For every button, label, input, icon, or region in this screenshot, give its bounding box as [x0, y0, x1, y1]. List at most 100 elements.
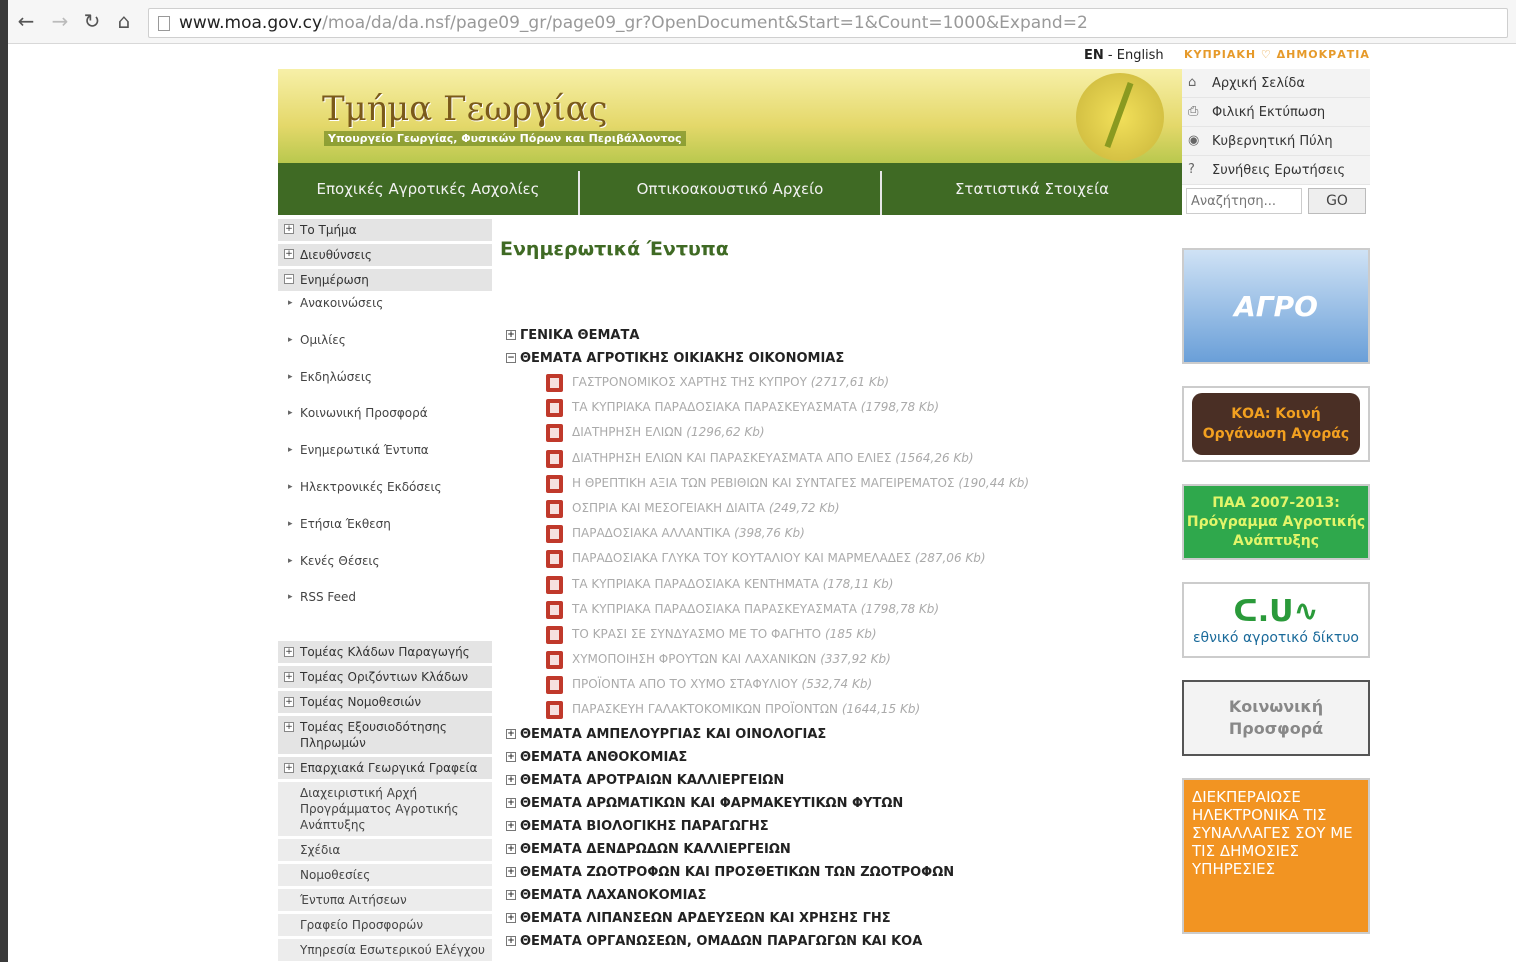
agro-banner[interactable]: ΑΓΡΟ [1182, 248, 1370, 364]
leftnav-sub-events[interactable]: Εκδηλώσεις [278, 368, 492, 405]
leftnav-department[interactable]: + Το Τμήμα [278, 219, 492, 241]
toplink-faq[interactable]: ? Συνήθεις Ερωτήσεις [1182, 156, 1370, 185]
leftnav-sub-annual-report[interactable]: Ετήσια Έκθεση [278, 515, 492, 552]
expand-icon[interactable]: + [506, 935, 516, 946]
leftnav-link-internal-audit[interactable]: Υπηρεσία Εσωτερικού Ελέγχου [278, 939, 492, 961]
document-link[interactable]: Η ΘΡΕΠΤΙΚΗ ΑΞΙΑ ΤΩΝ ΡΕΒΙΘΙΩΝ ΚΑΙ ΣΥΝΤΑΓΕ… [546, 471, 1146, 496]
expand-icon[interactable]: + [506, 774, 516, 785]
topic-item[interactable]: + ΘΕΜΑΤΑ ΛΑΧΑΝΟΚΟΜΙΑΣ [506, 884, 1146, 907]
leftnav-directorates[interactable]: + Διευθύνσεις [278, 244, 492, 266]
leftnav-link-legislation[interactable]: Νομοθεσίες [278, 864, 492, 886]
expand-icon[interactable]: + [506, 330, 516, 340]
topnav-seasonal-jobs[interactable]: Εποχικές Αγροτικές Ασχολίες [278, 171, 578, 215]
topic-item[interactable]: + ΘΕΜΑΤΑ ΑΜΠΕΛΟΥΡΓΙΑΣ ΚΑΙ ΟΙΝΟΛΟΓΙΑΣ [506, 723, 1146, 746]
leftnav-section-production[interactable]: + Τομέας Κλάδων Παραγωγής [278, 641, 492, 663]
document-link[interactable]: ΠΑΡΑΔΟΣΙΑΚΑ ΓΛΥΚΑ ΤΟΥ ΚΟΥΤΑΛΙΟΥ ΚΑΙ ΜΑΡΜ… [546, 546, 1146, 571]
collapse-icon[interactable]: − [284, 274, 294, 284]
expand-icon[interactable]: + [506, 866, 516, 877]
document-title: ΧΥΜΟΠΟΙΗΣΗ ΦΡΟΥΤΩΝ ΚΑΙ ΛΑΧΑΝΙΚΩΝ [572, 652, 817, 667]
toplink-gov-portal[interactable]: ◉ Κυβερνητική Πύλη [1182, 127, 1370, 156]
document-link[interactable]: ΔΙΑΤΗΡΗΣΗ ΕΛΙΩΝ (1296,62 Kb) [546, 420, 1146, 445]
leftnav-sub-vacancies[interactable]: Κενές Θέσεις [278, 552, 492, 589]
lang-name[interactable]: English [1117, 48, 1164, 63]
toplink-home[interactable]: ⌂ Αρχική Σελίδα [1182, 69, 1370, 98]
reload-icon[interactable]: ↻ [80, 9, 104, 33]
document-link[interactable]: ΤΑ ΚΥΠΡΙΑΚΑ ΠΑΡΑΔΟΣΙΑΚΑ ΠΑΡΑΣΚΕΥΑΣΜΑΤΑ (… [546, 395, 1146, 420]
document-link[interactable]: ΠΑΡΑΔΟΣΙΑΚΑ ΑΛΛΑΝΤΙΚΑ (398,76 Kb) [546, 521, 1146, 546]
leftnav-link-managing-authority[interactable]: Διαχειριστική Αρχή Προγράμματος Αγροτική… [278, 782, 492, 836]
topic-item[interactable]: − ΘΕΜΑΤΑ ΑΓΡΟΤΙΚΗΣ ΟΙΚΙΑΚΗΣ ΟΙΚΟΝΟΜΙΑΣ [506, 347, 1146, 370]
leftnav-information[interactable]: − Ενημέρωση [278, 269, 492, 291]
leftnav-sub-rss[interactable]: RSS Feed [278, 588, 492, 625]
expand-icon[interactable]: + [506, 889, 516, 900]
collapse-icon[interactable]: − [506, 353, 516, 363]
document-link[interactable]: ΤΑ ΚΥΠΡΙΑΚΑ ΠΑΡΑΔΟΣΙΑΚΑ ΚΕΝΤΗΜΑΤΑ (178,1… [546, 572, 1146, 597]
expand-icon[interactable]: + [506, 843, 516, 854]
back-arrow-icon[interactable]: ← [14, 9, 38, 33]
expand-icon[interactable]: + [506, 912, 516, 923]
topic-item[interactable]: + ΘΕΜΑΤΑ ΛΙΠΑΝΣΕΩΝ ΑΡΔΕΥΣΕΩΝ ΚΑΙ ΧΡΗΣΗΣ Γ… [506, 907, 1146, 930]
topic-item[interactable]: + ΘΕΜΑΤΑ ΟΡΓΑΝΩΣΕΩΝ, ΟΜΑΔΩΝ ΠΑΡΑΓΩΓΩΝ ΚΑΙ… [506, 930, 1146, 953]
leftnav-sub-social[interactable]: Κοινωνική Προσφορά [278, 404, 492, 441]
url-field[interactable]: www.moa.gov.cy/moa/da/da.nsf/page09_gr/p… [148, 8, 1508, 38]
site-subtitle: Υπουργείο Γεωργίας, Φυσικών Πόρων και Πε… [324, 131, 686, 146]
document-link[interactable]: ΔΙΑΤΗΡΗΣΗ ΕΛΙΩΝ ΚΑΙ ΠΑΡΑΣΚΕΥΑΣΜΑΤΑ ΑΠΟ Ε… [546, 446, 1146, 471]
enad-banner[interactable]: ᑕ.ᑌ∿ εθνικό αγροτικό δίκτυο [1182, 582, 1370, 658]
wheat-logo-icon [1076, 73, 1164, 161]
expand-icon[interactable]: + [284, 224, 294, 234]
leftnav-section-payments[interactable]: + Τομέας Εξουσιοδότησης Πληρωμών [278, 716, 492, 754]
document-title: ΤΑ ΚΥΠΡΙΑΚΑ ΠΑΡΑΔΟΣΙΑΚΑ ΚΕΝΤΗΜΑΤΑ [572, 576, 819, 591]
topic-item[interactable]: + ΘΕΜΑΤΑ ΒΙΟΛΟΓΙΚΗΣ ΠΑΡΑΓΩΓΗΣ [506, 815, 1146, 838]
expand-icon[interactable]: + [284, 722, 294, 732]
pdf-icon [546, 625, 563, 644]
expand-icon[interactable]: + [284, 697, 294, 707]
site-banner[interactable]: Τμήμα Γεωργίας Υπουργείο Γεωργίας, Φυσικ… [278, 69, 1182, 163]
topic-item[interactable]: + ΘΕΜΑΤΑ ΑΡΩΜΑΤΙΚΩΝ ΚΑΙ ΦΑΡΜΑΚΕΥΤΙΚΩΝ ΦΥΤ… [506, 792, 1146, 815]
expand-icon[interactable]: + [506, 797, 516, 808]
paa-banner[interactable]: ΠΑΑ 2007-2013: Πρόγραμμα Αγροτικής Ανάπτ… [1182, 484, 1370, 560]
document-link[interactable]: ΤΑ ΚΥΠΡΙΑΚΑ ΠΑΡΑΔΟΣΙΑΚΑ ΠΑΡΑΣΚΕΥΑΣΜΑΤΑ (… [546, 597, 1146, 622]
lang-code[interactable]: EN [1084, 48, 1104, 63]
topic-item[interactable]: + ΘΕΜΑΤΑ ΑΝΘΟΚΟΜΙΑΣ [506, 746, 1146, 769]
document-link[interactable]: ΟΣΠΡΙΑ ΚΑΙ ΜΕΣΟΓΕΙΑΚΗ ΔΙΑΙΤΑ (249,72 Kb) [546, 496, 1146, 521]
social-offer-banner[interactable]: Κοινωνική Προσφορά [1182, 680, 1370, 756]
e-services-banner[interactable]: ΔΙΕΚΠΕΡΑΙΩΣΕ ΗΛΕΚΤΡΟΝΙΚΑ ΤΙΣ ΣΥΝΑΛΛΑΓΕΣ … [1182, 778, 1370, 934]
document-link[interactable]: ΠΡΟΪΟΝΤΑ ΑΠΟ ΤΟ ΧΥΜΟ ΣΤΑΦΥΛΙΟΥ (532,74 K… [546, 672, 1146, 697]
document-title: ΤΑ ΚΥΠΡΙΑΚΑ ΠΑΡΑΔΟΣΙΑΚΑ ΠΑΡΑΣΚΕΥΑΣΜΑΤΑ [572, 601, 857, 616]
topic-item[interactable]: + ΘΕΜΑΤΑ ΔΕΝΔΡΩΔΩΝ ΚΑΛΛΙΕΡΓΕΙΩΝ [506, 838, 1146, 861]
left-navigation-sections: + Τομέας Κλάδων Παραγωγής + Τομέας Οριζόντ… [278, 641, 492, 962]
search-input[interactable] [1186, 188, 1302, 214]
expand-icon[interactable]: + [506, 728, 516, 739]
expand-icon[interactable]: + [506, 820, 516, 831]
topic-item[interactable]: + ΓΕΝΙΚΑ ΘΕΜΑΤΑ [506, 324, 1146, 347]
koa-banner[interactable]: ΚΟΑ: Κοινή Οργάνωση Αγοράς [1182, 386, 1370, 462]
forward-arrow-icon[interactable]: → [48, 9, 72, 33]
topic-item[interactable]: + ΘΕΜΑΤΑ ΖΩΟΤΡΟΦΩΝ ΚΑΙ ΠΡΟΣΘΕΤΙΚΩΝ ΤΩΝ ΖΩ… [506, 861, 1146, 884]
toplink-print[interactable]: ⎙ Φιλική Εκτύπωση [1182, 98, 1370, 127]
expand-icon[interactable]: + [284, 672, 294, 682]
document-link[interactable]: ΠΑΡΑΣΚΕΥΗ ΓΑΛΑΚΤΟΚΟΜΙΚΩΝ ΠΡΟΪΟΝΤΩΝ (1644… [546, 697, 1146, 722]
leftnav-link-forms[interactable]: Έντυπα Αιτήσεων [278, 889, 492, 911]
expand-icon[interactable]: + [284, 249, 294, 259]
topnav-statistics[interactable]: Στατιστικά Στοιχεία [880, 171, 1182, 215]
topnav-audiovisual-archive[interactable]: Οπτικοακουστικό Αρχείο [578, 171, 880, 215]
leftnav-sub-e-publications[interactable]: Ηλεκτρονικές Εκδόσεις [278, 478, 492, 515]
document-link[interactable]: ΤΟ ΚΡΑΣΙ ΣΕ ΣΥΝΔΥΑΣΜΟ ΜΕ ΤΟ ΦΑΓΗΤΟ (185 … [546, 622, 1146, 647]
leftnav-sub-announcements[interactable]: Ανακοινώσεις [278, 294, 492, 331]
expand-icon[interactable]: + [284, 763, 294, 773]
topic-item[interactable]: + ΘΕΜΑΤΑ ΑΡΟΤΡΑΙΩΝ ΚΑΛΛΙΕΡΓΕΙΩΝ [506, 769, 1146, 792]
leftnav-link-tenders[interactable]: Γραφείο Προσφορών [278, 914, 492, 936]
expand-icon[interactable]: + [284, 647, 294, 657]
leftnav-sub-speeches[interactable]: Ομιλίες [278, 331, 492, 368]
leftnav-section-legislation[interactable]: + Τομέας Νομοθεσιών [278, 691, 492, 713]
expand-icon[interactable]: + [506, 751, 516, 762]
search-go-button[interactable]: GO [1308, 188, 1366, 214]
leftnav-sub-leaflets[interactable]: Ενημερωτικά Έντυπα [278, 441, 492, 478]
leftnav-section-horizontal[interactable]: + Τομέας Οριζόντιων Κλάδων [278, 666, 492, 688]
document-link[interactable]: ΓΑΣΤΡΟΝΟΜΙΚΟΣ ΧΑΡΤΗΣ ΤΗΣ ΚΥΠΡΟΥ (2717,61… [546, 370, 1146, 395]
language-switch[interactable]: EN - English [1084, 48, 1164, 63]
document-link[interactable]: ΧΥΜΟΠΟΙΗΣΗ ΦΡΟΥΤΩΝ ΚΑΙ ΛΑΧΑΝΙΚΩΝ (337,92… [546, 647, 1146, 672]
home-icon[interactable]: ⌂ [112, 9, 136, 33]
leftnav-link-schemes[interactable]: Σχέδια [278, 839, 492, 861]
leftnav-section-district-offices[interactable]: + Επαρχιακά Γεωργικά Γραφεία [278, 757, 492, 779]
